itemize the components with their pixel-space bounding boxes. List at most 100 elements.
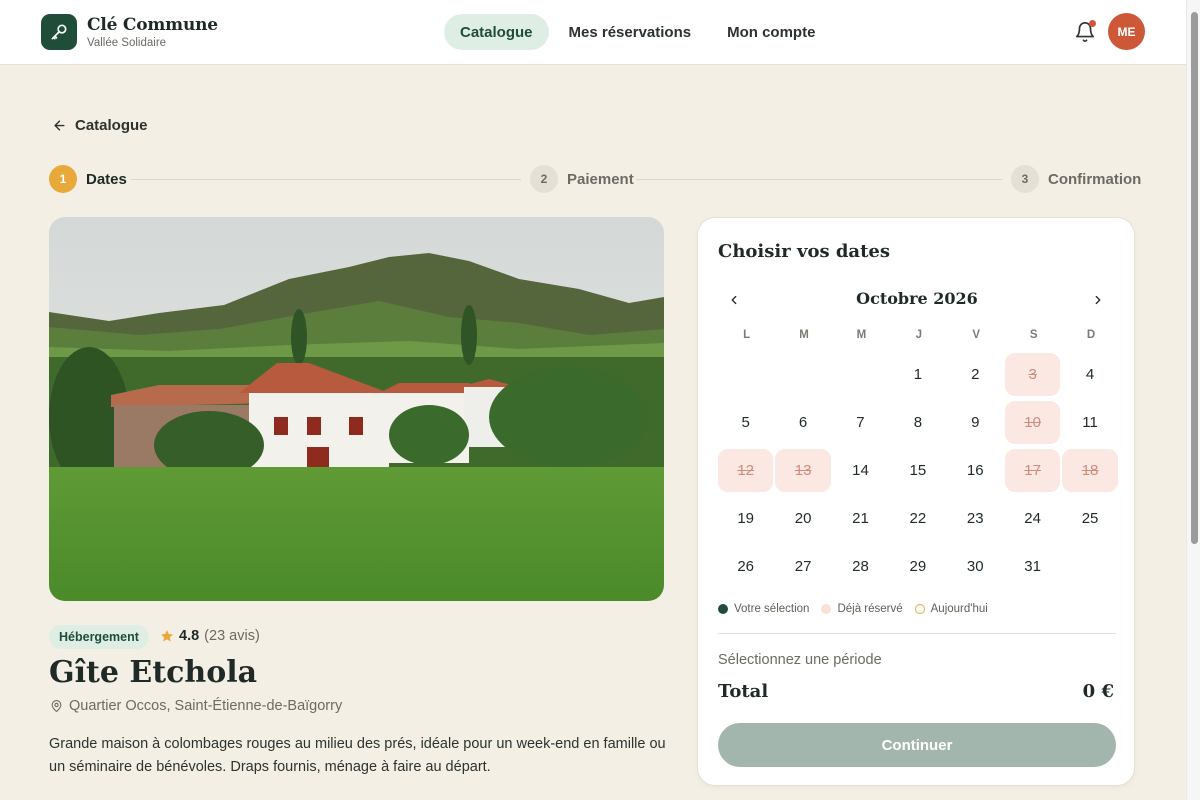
legend-booked: Déjà réservé (821, 603, 903, 615)
back-link-label: Catalogue (75, 117, 148, 134)
step-payment: 2 Paiement (530, 165, 634, 193)
rating-score: 4.8 (179, 628, 200, 644)
calendar-day[interactable]: 22 (890, 497, 945, 540)
legend-label: Déjà réservé (837, 603, 903, 615)
map-pin-icon (51, 700, 62, 712)
today-swatch (914, 604, 925, 614)
calendar-day[interactable]: 2 (948, 353, 1003, 396)
calendar-grid: 1 2 3 4 5 6 7 8 9 10 11 12 13 14 15 16 17 18 19 20 21 22 23 24 2… (718, 353, 1120, 593)
calendar-day[interactable]: 6 (775, 401, 830, 444)
weekday-label: M (799, 329, 809, 341)
calendar-month: Octobre 2026 (856, 289, 978, 308)
star-icon (160, 630, 174, 642)
total-label: Total (718, 681, 769, 702)
listing-description: Grande maison à colombages rouges au mil… (49, 736, 666, 775)
top-header: Clé Commune Vallée Solidaire Catalogue M… (0, 0, 1186, 65)
review-count[interactable]: (23 avis) (204, 628, 260, 644)
chevron-right-icon (1095, 295, 1101, 305)
legend-label: Aujourd'hui (930, 603, 988, 615)
calendar-day-booked: 13 (775, 449, 831, 492)
nav-catalogue[interactable]: Catalogue (444, 14, 549, 50)
legend-label: Votre sélection (734, 603, 810, 615)
weekday-label: M (856, 329, 867, 341)
main-nav: Catalogue Mes réservations Mon compte (444, 14, 835, 50)
legend-selection: Votre sélection (718, 603, 809, 615)
selection-swatch (718, 604, 728, 614)
calendar-day[interactable]: 16 (948, 449, 1003, 492)
calendar-day-booked: 3 (1004, 353, 1061, 396)
panel-title: Choisir vos dates (718, 241, 890, 262)
calendar-legend: Votre sélection Déjà réservé Aujourd'hui (718, 603, 1000, 615)
back-link[interactable]: Catalogue (52, 117, 148, 134)
legend-today: Aujourd'hui (914, 603, 988, 615)
notification-dot (1089, 20, 1096, 27)
calendar-day[interactable]: 19 (718, 497, 773, 540)
calendar-day[interactable]: 21 (833, 497, 888, 540)
next-month-button[interactable] (1088, 290, 1108, 310)
step-label: Paiement (567, 170, 634, 188)
calendar-day[interactable]: 4 (1062, 353, 1117, 396)
avatar[interactable]: ME (1108, 13, 1145, 50)
selected-period: Sélectionnez une période (718, 652, 882, 668)
nav-reservations[interactable]: Mes réservations (553, 14, 708, 50)
booking-panel: Choisir vos dates Octobre 2026 L M M J V… (697, 217, 1135, 786)
step-number: 3 (1011, 165, 1039, 193)
calendar-day[interactable]: 23 (948, 497, 1003, 540)
weekday-header: L M M J V S D (718, 329, 1120, 341)
step-label: Dates (86, 170, 127, 188)
calendar-day[interactable]: 27 (775, 545, 830, 588)
listing-location: Quartier Occos, Saint-Étienne-de-Baïgorr… (50, 698, 342, 714)
step-number: 2 (530, 165, 558, 193)
step-dates: 1 Dates (49, 165, 127, 193)
location-text: Quartier Occos, Saint-Étienne-de-Baïgorr… (69, 698, 343, 714)
scrollbar-thumb[interactable] (1191, 12, 1198, 544)
arrow-left-icon (54, 120, 65, 131)
weekday-label: S (1029, 329, 1038, 341)
calendar-day[interactable]: 15 (890, 449, 945, 492)
brand-subtitle: Vallée Solidaire (87, 37, 167, 49)
calendar-day[interactable]: 25 (1062, 497, 1117, 540)
calendar-day[interactable]: 31 (1005, 545, 1060, 588)
calendar-day-booked: 10 (1004, 401, 1061, 444)
category-badge: Hébergement (49, 625, 149, 649)
divider (718, 633, 1116, 634)
step-connector (131, 179, 521, 180)
continue-button[interactable]: Continuer (718, 723, 1116, 767)
calendar-day[interactable]: 9 (948, 401, 1003, 444)
logo[interactable] (41, 14, 77, 50)
weekday-label: J (915, 329, 923, 341)
calendar-day[interactable]: 26 (718, 545, 773, 588)
calendar-day[interactable]: 7 (833, 401, 888, 444)
calendar-day[interactable]: 28 (833, 545, 888, 588)
listing-title: Gîte Etchola (49, 655, 258, 690)
brand-name: Clé Commune (87, 15, 218, 35)
weekday-label: L (743, 329, 751, 341)
step-connector (636, 179, 1002, 180)
calendar-day[interactable]: 29 (890, 545, 945, 588)
calendar-day[interactable]: 11 (1062, 401, 1117, 444)
nav-account[interactable]: Mon compte (711, 14, 831, 50)
calendar-blank (833, 353, 890, 401)
step-label: Confirmation (1048, 170, 1142, 188)
weekday-label: D (1086, 329, 1096, 341)
calendar-day[interactable]: 8 (890, 401, 945, 444)
calendar-day[interactable]: 24 (1005, 497, 1060, 540)
calendar-day[interactable]: 14 (833, 449, 888, 492)
calendar-day-booked: 12 (718, 449, 774, 492)
step-confirmation: 3 Confirmation (1011, 165, 1141, 193)
calendar-day[interactable]: 30 (948, 545, 1003, 588)
total-value: 0 € (1082, 681, 1114, 702)
scrollbar[interactable] (1186, 0, 1200, 800)
calendar-blank (718, 353, 775, 401)
listing-photo (49, 217, 664, 601)
key-icon (51, 24, 67, 40)
calendar-day-booked: 17 (1004, 449, 1061, 492)
calendar-day-booked: 18 (1062, 449, 1118, 492)
booked-swatch (821, 604, 832, 614)
calendar-day[interactable]: 5 (718, 401, 773, 444)
calendar-day[interactable]: 1 (890, 353, 945, 396)
calendar-day[interactable]: 20 (775, 497, 830, 540)
weekday-label: V (972, 329, 981, 341)
step-number: 1 (49, 165, 77, 193)
calendar-blank (775, 353, 832, 401)
